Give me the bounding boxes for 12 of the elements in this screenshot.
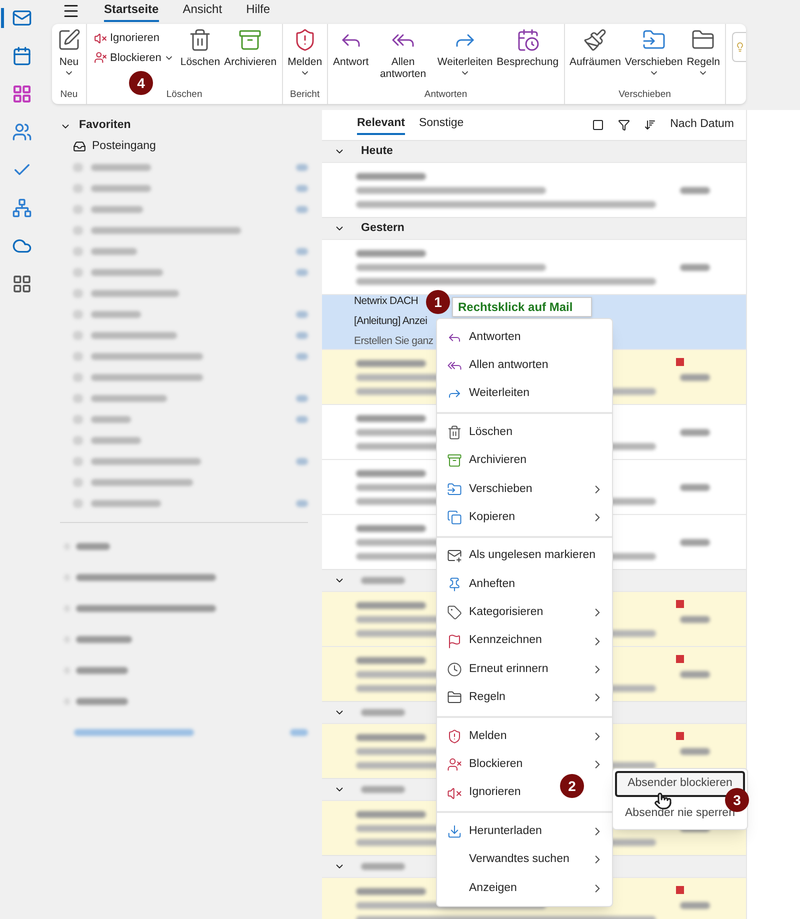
group-label: Bericht (289, 88, 321, 102)
group-label: Verschieben (618, 88, 672, 102)
subject-text: [Anleitung] Anzei (354, 314, 428, 330)
sender-name: Netwrix DACH (354, 294, 418, 310)
callout-label: Rechtsklick auf Mail (452, 297, 592, 317)
group-title: Heute (361, 144, 393, 159)
group-title: Gestern (361, 220, 404, 236)
group-label: Neu (59, 88, 79, 102)
group-label: Antworten (423, 88, 468, 102)
group-label: Löschen (165, 88, 204, 102)
folder-heading: Favoriten (79, 118, 131, 134)
preview-text: Erstellen Sie ganz (354, 334, 434, 349)
